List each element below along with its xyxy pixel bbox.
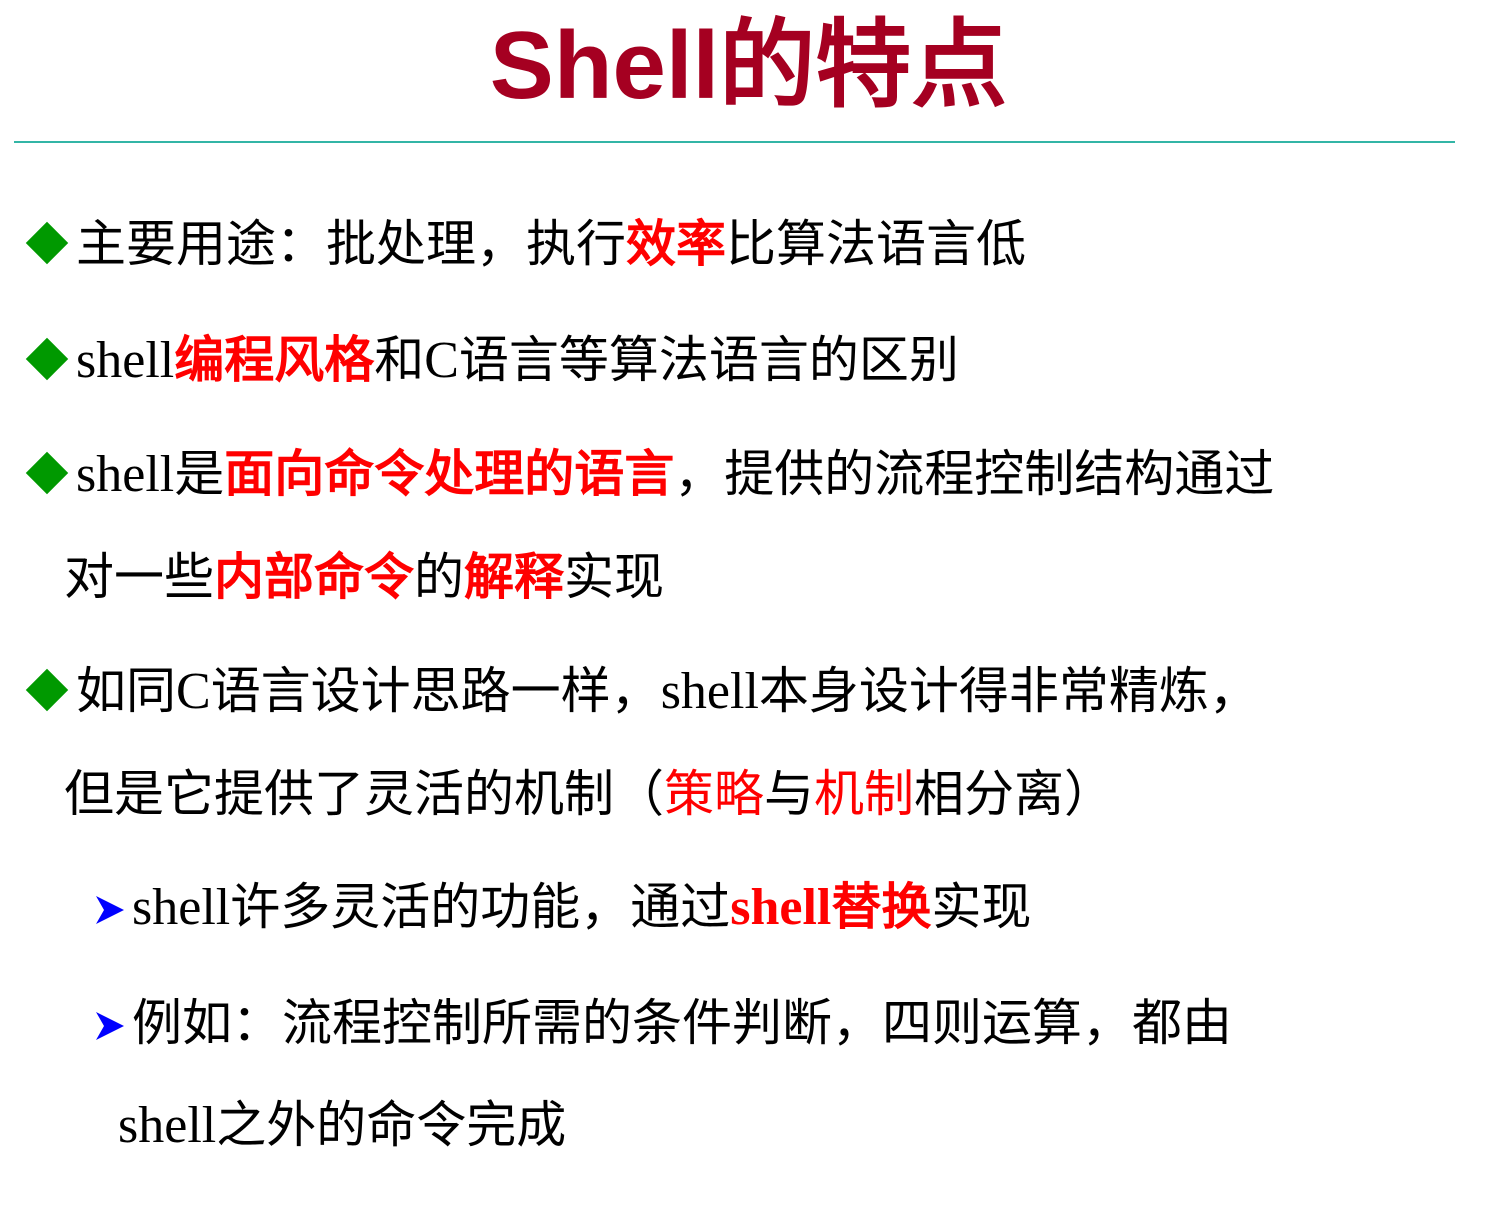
sub-bullet-1-highlight: 替换 — [831, 878, 932, 936]
bullet-2-text-a: 和 — [374, 331, 425, 389]
green-diamond-bullet-icon — [25, 221, 69, 265]
bullet-4-cont-a: 但是它提供了灵活的机制（ — [64, 765, 664, 823]
bullet-4-shell: shell — [660, 663, 759, 720]
sub-bullet-2-cont-text: 之外的命令完成 — [216, 1096, 567, 1154]
green-diamond-bullet-icon — [25, 668, 69, 712]
bullet-2-text-b: 语言等算法语言的区别 — [458, 331, 959, 389]
bullet-1-text-a: 主要用途：批处理，执行 — [76, 215, 626, 273]
sub-bullet-1-highlight-shell: shell — [730, 879, 832, 936]
bullet-3-cont-highlight-2: 解释 — [464, 548, 564, 606]
green-diamond-bullet-icon — [25, 337, 69, 381]
bullet-3-text-a: 是 — [174, 445, 225, 503]
bullet-4-cont-highlight-1: 策略 — [664, 765, 764, 823]
sub-bullet-1: shell许多灵活的功能，通过shell替换实现 — [92, 876, 1031, 938]
bullet-3: shell是面向命令处理的语言，提供的流程控制结构通过 — [24, 443, 1274, 505]
bullet-4-continuation: 但是它提供了灵活的机制（策略与机制相分离） — [64, 763, 1114, 825]
bullet-3-continuation: 对一些内部命令的解释实现 — [64, 546, 664, 608]
sub-bullet-2-continuation: shell之外的命令完成 — [118, 1094, 566, 1156]
bullet-2-highlight: 编程风格 — [174, 331, 375, 389]
bullet-3-cont-a: 对一些 — [64, 548, 214, 606]
bullet-3-shell: shell — [76, 446, 175, 503]
bullet-3-text-b: ，提供的流程控制结构通过 — [674, 445, 1275, 503]
bullet-2: shell编程风格和C语言等算法语言的区别 — [24, 329, 959, 391]
bullet-4-cont-c: 相分离） — [914, 765, 1114, 823]
bullet-4-text-b: 语言设计思路一样， — [210, 662, 661, 720]
bullet-4-text-c: 本身设计得非常精炼， — [758, 662, 1259, 720]
bullet-1: 主要用途：批处理，执行效率比算法语言低 — [24, 213, 1026, 275]
bullet-4-text-a: 如同 — [76, 662, 176, 720]
bullet-4-c: C — [176, 663, 211, 720]
green-diamond-bullet-icon — [25, 451, 69, 495]
bullet-4-cont-highlight-2: 机制 — [814, 765, 914, 823]
bullet-3-cont-c: 实现 — [564, 548, 664, 606]
sub-bullet-1-text-a: 许多灵活的功能，通过 — [230, 878, 731, 936]
blue-arrow-bullet-icon — [96, 1012, 124, 1040]
bullet-4: 如同C语言设计思路一样，shell本身设计得非常精炼， — [24, 660, 1259, 722]
bullet-2-c: C — [424, 332, 459, 389]
title-divider — [14, 141, 1455, 143]
bullet-3-cont-b: 的 — [414, 548, 464, 606]
bullet-1-text-b: 比算法语言低 — [726, 215, 1026, 273]
slide-title: Shell的特点 — [489, 12, 1008, 119]
blue-arrow-bullet-icon — [96, 896, 124, 924]
bullet-3-highlight: 面向命令处理的语言 — [224, 445, 675, 503]
bullet-1-highlight: 效率 — [626, 215, 726, 273]
bullet-4-cont-b: 与 — [764, 765, 814, 823]
sub-bullet-2-cont-shell: shell — [118, 1097, 217, 1154]
sub-bullet-2: 例如：流程控制所需的条件判断，四则运算，都由 — [92, 992, 1232, 1054]
sub-bullet-1-shell: shell — [132, 879, 231, 936]
sub-bullet-1-text-b: 实现 — [931, 878, 1032, 936]
bullet-3-cont-highlight-1: 内部命令 — [214, 548, 414, 606]
sub-bullet-2-text: 例如：流程控制所需的条件判断，四则运算，都由 — [132, 994, 1232, 1052]
bullet-2-shell: shell — [76, 332, 175, 389]
